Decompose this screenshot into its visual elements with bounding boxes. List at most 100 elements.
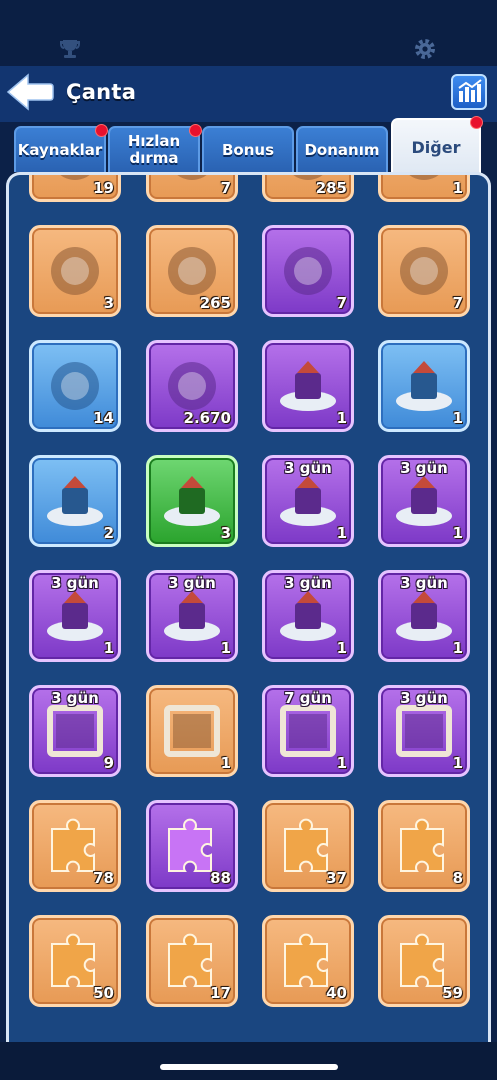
duration-label: 3 gün [51, 574, 99, 592]
inventory-item-mystery-card[interactable]: 7 [262, 225, 354, 317]
item-count: 17 [210, 984, 231, 1002]
item-count: 2.670 [183, 409, 231, 427]
duration-label: 3 gün [284, 574, 332, 592]
item-count: 1 [336, 524, 347, 542]
inventory-item-statue-base-purple[interactable]: 1 [262, 340, 354, 432]
inventory-item-castle-skin-6[interactable]: 3 gün 1 [378, 570, 470, 662]
inventory-grid: 19 7 285 1 3 265 7 7 14 2.670 1 1 2 3 3 gün 1 3 gün 1 3 gü… [9, 175, 488, 1042]
inventory-item-shovel[interactable]: 1 [378, 175, 470, 202]
banner-base-icon [47, 476, 103, 526]
inventory-item-castle-skin-2[interactable]: 3 gün 1 [378, 455, 470, 547]
puzzle-hero-1-icon [284, 818, 328, 872]
frame-green-icon [280, 705, 336, 757]
mystery-base-icon [164, 476, 220, 526]
jetpack-icon [400, 247, 448, 295]
inventory-item-shell-badge[interactable]: 285 [262, 175, 354, 202]
inventory-item-moon-emblem[interactable]: 19 [29, 175, 121, 202]
item-count: 285 [315, 179, 347, 197]
inventory-item-statue-base-blue[interactable]: 1 [378, 340, 470, 432]
item-count: 37 [326, 869, 347, 887]
item-count: 1 [103, 639, 114, 657]
statue-base-purple-icon [280, 361, 336, 411]
tab-label: Donanım [304, 140, 380, 159]
inventory-item-firework-rocket[interactable]: 7 [146, 175, 238, 202]
frame-skull-icon [47, 705, 103, 757]
inventory-item-puzzle-hero-6[interactable]: 59 [378, 915, 470, 1007]
inventory-item-frame-ice[interactable]: 1 [146, 685, 238, 777]
inventory-item-castle-skin-4[interactable]: 3 gün 1 [146, 570, 238, 662]
castle-skin-2-icon [396, 476, 452, 526]
item-count: 3 [103, 294, 114, 312]
inventory-item-blue-paw-ticket[interactable]: 3 [29, 225, 121, 317]
inventory-item-puzzle-hero-5[interactable]: 40 [262, 915, 354, 1007]
duration-label: 3 gün [400, 689, 448, 707]
duration-label: 7 gün [284, 689, 332, 707]
tab-bonus[interactable]: Bonus [202, 126, 294, 172]
castle-skin-5-icon [280, 591, 336, 641]
paw-cookie-icon [168, 247, 216, 295]
item-count: 78 [93, 869, 114, 887]
tab-other[interactable]: Diğer [391, 116, 483, 174]
inventory-item-grappling-hook[interactable]: 14 [29, 340, 121, 432]
gear-icon[interactable] [413, 37, 437, 61]
item-count: 265 [199, 294, 231, 312]
inventory-item-mystery-base[interactable]: 3 [146, 455, 238, 547]
item-count: 50 [93, 984, 114, 1002]
inventory-item-paw-cookie[interactable]: 265 [146, 225, 238, 317]
notification-dot [189, 124, 202, 137]
tab-label: Kaynaklar [17, 140, 103, 159]
castle-skin-4-icon [164, 591, 220, 641]
item-count: 1 [336, 639, 347, 657]
tab-resources[interactable]: Kaynaklar [14, 124, 108, 172]
home-indicator[interactable] [160, 1064, 338, 1070]
back-arrow-icon[interactable] [6, 72, 54, 112]
inventory-item-frame-skull[interactable]: 3 gün 9 [29, 685, 121, 777]
inventory-item-castle-skin-3[interactable]: 3 gün 1 [29, 570, 121, 662]
item-count: 7 [452, 294, 463, 312]
item-count: 1 [452, 179, 463, 197]
tab-equipment[interactable]: Donanım [296, 126, 388, 172]
puzzle-purple-icon [168, 818, 212, 872]
inventory-item-castle-skin-1[interactable]: 3 gün 1 [262, 455, 354, 547]
mystery-gold-badge-icon [168, 362, 216, 410]
inventory-item-puzzle-hero-1[interactable]: 37 [262, 800, 354, 892]
duration-label: 3 gün [400, 459, 448, 477]
inventory-item-puzzle-purple[interactable]: 88 [146, 800, 238, 892]
inventory-item-puzzle-hero-4[interactable]: 17 [146, 915, 238, 1007]
item-count: 1 [220, 639, 231, 657]
inventory-item-banner-base[interactable]: 2 [29, 455, 121, 547]
inventory-item-puzzle-hero-3[interactable]: 50 [29, 915, 121, 1007]
inventory-item-jetpack[interactable]: 7 [378, 225, 470, 317]
inventory-item-frame-green[interactable]: 7 gün 1 [262, 685, 354, 777]
duration-label: 3 gün [168, 574, 216, 592]
item-count: 14 [93, 409, 114, 427]
frame-ice-icon [164, 705, 220, 757]
tab-label: Hızlan dırma [127, 132, 181, 167]
puzzle-orange-icon [51, 818, 95, 872]
item-count: 1 [336, 754, 347, 772]
item-count: 8 [452, 869, 463, 887]
grappling-hook-icon [51, 362, 99, 410]
frame-brown-icon [396, 705, 452, 757]
shovel-icon [409, 175, 439, 180]
inventory-item-puzzle-orange[interactable]: 78 [29, 800, 121, 892]
notification-dot [95, 124, 108, 137]
inventory-panel: 19 7 285 1 3 265 7 7 14 2.670 1 1 2 3 3 gün 1 3 gün 1 3 gü… [6, 172, 491, 1042]
item-count: 1 [452, 639, 463, 657]
item-count: 1 [452, 754, 463, 772]
puzzle-hero-6-icon [400, 933, 444, 987]
trophy-icon[interactable] [58, 38, 82, 60]
inventory-item-castle-skin-5[interactable]: 3 gün 1 [262, 570, 354, 662]
tab-speedups[interactable]: Hızlan dırma [108, 124, 202, 172]
item-count: 88 [210, 869, 231, 887]
inventory-item-mystery-gold-badge[interactable]: 2.670 [146, 340, 238, 432]
item-count: 2 [103, 524, 114, 542]
tab-label: Diğer [411, 137, 461, 157]
puzzle-hero-5-icon [284, 933, 328, 987]
item-count: 19 [93, 179, 114, 197]
castle-skin-3-icon [47, 591, 103, 641]
stats-button[interactable] [451, 74, 487, 110]
item-count: 59 [442, 984, 463, 1002]
inventory-item-puzzle-hero-2[interactable]: 8 [378, 800, 470, 892]
inventory-item-frame-brown[interactable]: 3 gün 1 [378, 685, 470, 777]
